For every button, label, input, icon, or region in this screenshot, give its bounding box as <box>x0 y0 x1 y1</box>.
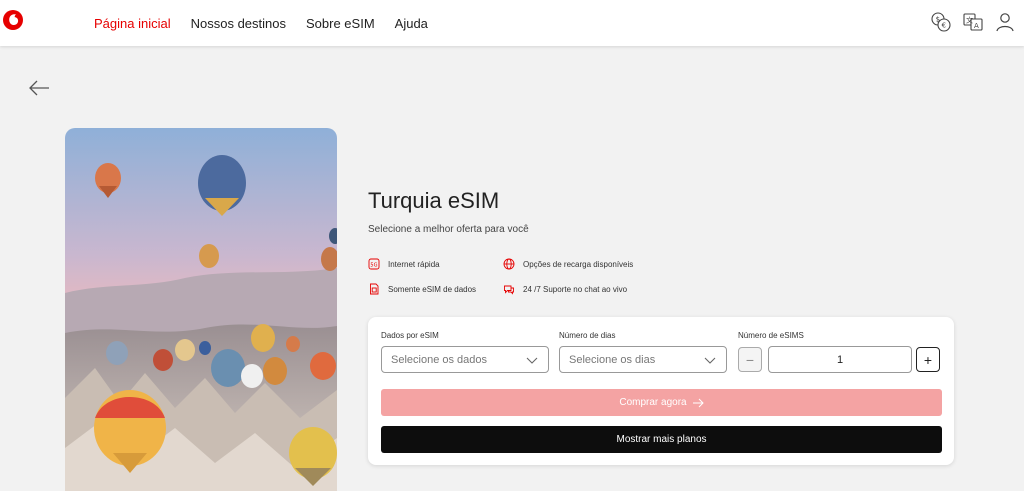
data-label: Dados por eSIM <box>381 331 439 340</box>
feature-support: 24 /7 Suporte no chat ao vivo <box>503 283 627 295</box>
increment-button[interactable]: + <box>916 347 940 372</box>
svg-text:文: 文 <box>966 16 973 25</box>
plan-selector-card: Dados por eSIM Selecione os dados Número… <box>368 317 954 465</box>
globe-icon <box>503 258 515 270</box>
esim-count-input[interactable]: 1 <box>768 346 912 373</box>
nav-item-about-esim[interactable]: Sobre eSIM <box>306 16 375 31</box>
show-more-plans-button[interactable]: Mostrar mais planos <box>381 426 942 453</box>
data-select-placeholder: Selecione os dados <box>391 353 488 366</box>
nav-item-help[interactable]: Ajuda <box>395 16 428 31</box>
product-subtitle: Selecione a melhor oferta para você <box>368 224 529 235</box>
svg-text:A: A <box>974 22 979 30</box>
chevron-down-icon <box>526 357 538 364</box>
days-select[interactable]: Selecione os dias <box>559 346 727 373</box>
feature-label: 24 /7 Suporte no chat ao vivo <box>523 284 628 294</box>
top-header: Página inicial Nossos destinos Sobre eSI… <box>0 0 1024 46</box>
arrow-right-icon <box>692 398 704 407</box>
header-actions: $ € 文 A <box>920 11 1016 33</box>
currency-icon[interactable]: $ € <box>930 11 952 33</box>
translate-icon[interactable]: 文 A <box>962 11 984 33</box>
main-nav: Página inicial Nossos destinos Sobre eSI… <box>94 0 448 46</box>
chat-icon <box>504 285 514 295</box>
product-title: Turquia eSIM <box>368 188 500 213</box>
vodafone-logo-icon[interactable] <box>3 10 23 30</box>
buy-now-button[interactable]: Comprar agora <box>381 389 942 416</box>
sim-card-icon <box>370 283 379 295</box>
days-label: Número de dias <box>559 331 616 340</box>
nav-item-destinations[interactable]: Nossos destinos <box>191 16 286 31</box>
buy-now-label: Comprar agora <box>619 397 687 408</box>
decrement-button[interactable]: − <box>738 347 762 372</box>
feature-recharge: Opções de recarga disponíveis <box>503 258 633 270</box>
days-select-placeholder: Selecione os dias <box>569 353 656 366</box>
svg-text:$: $ <box>936 16 940 24</box>
back-arrow-icon[interactable] <box>28 79 50 97</box>
feature-fast-internet: 5G Internet rápida <box>368 258 440 270</box>
nav-item-home[interactable]: Página inicial <box>94 16 171 31</box>
chevron-down-icon <box>704 357 716 364</box>
count-label: Número de eSIMS <box>738 331 804 340</box>
destination-hero-image <box>65 128 337 491</box>
5g-icon: 5G <box>368 258 380 270</box>
feature-data-only: Somente eSIM de dados <box>368 283 476 295</box>
user-icon[interactable] <box>994 11 1016 33</box>
svg-text:€: € <box>942 22 946 30</box>
feature-label: Opções de recarga disponíveis <box>523 259 634 269</box>
data-select[interactable]: Selecione os dados <box>381 346 549 373</box>
svg-text:5G: 5G <box>370 262 377 268</box>
feature-label: Internet rápida <box>388 259 440 269</box>
feature-label: Somente eSIM de dados <box>388 284 477 294</box>
